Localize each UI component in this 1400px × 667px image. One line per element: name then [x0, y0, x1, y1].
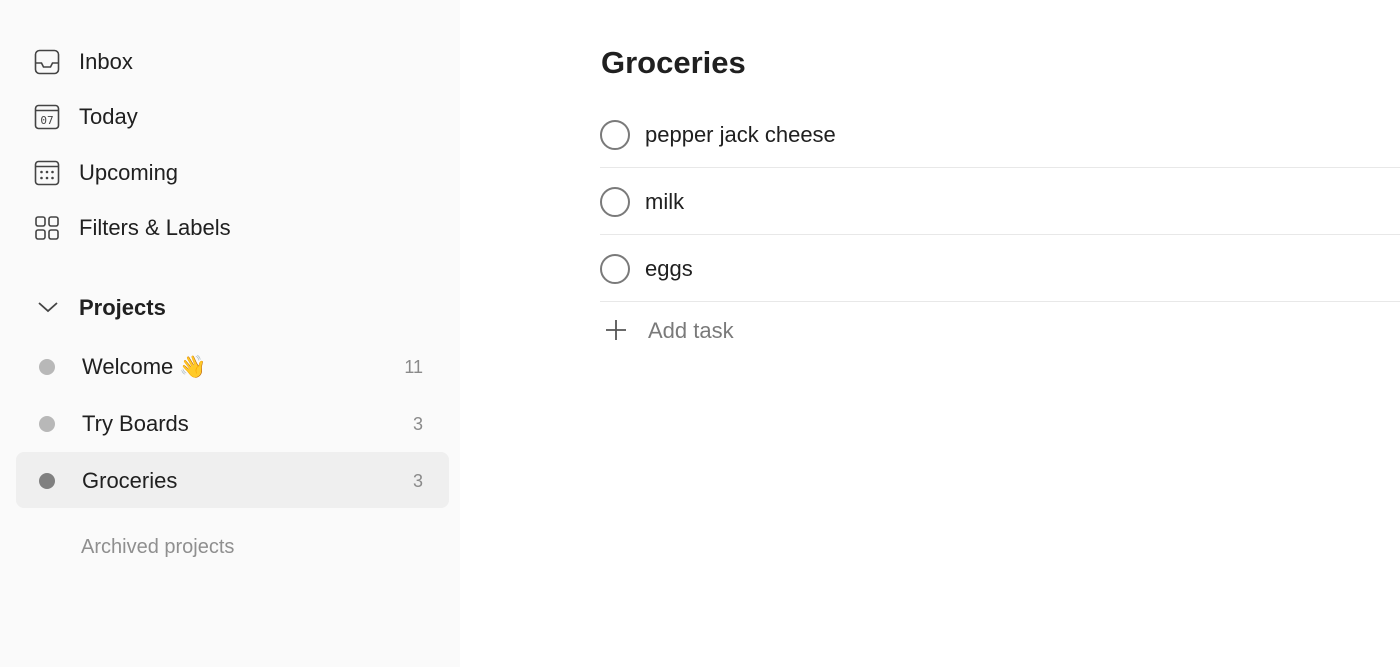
task-row[interactable]: pepper jack cheese	[600, 101, 1400, 168]
task-title: milk	[645, 189, 685, 214]
sidebar-item-label: Upcoming	[79, 160, 179, 185]
sidebar: Inbox 07 Today Upcoming Filters & Labels…	[0, 0, 460, 667]
filters-grid-icon	[34, 215, 60, 241]
project-task-count: 3	[412, 471, 423, 491]
main-content: Groceries pepper jack cheese milk eggs A…	[460, 0, 1400, 667]
app-window: Inbox 07 Today Upcoming Filters & Labels…	[0, 0, 1400, 667]
calendar-day-number: 07	[40, 114, 53, 127]
inbox-icon	[34, 49, 60, 75]
plus-icon	[604, 318, 628, 342]
task-title: pepper jack cheese	[645, 122, 836, 147]
projects-section-header: Projects	[16, 283, 448, 331]
sidebar-item-label: Inbox	[79, 49, 133, 74]
task-row[interactable]: milk	[600, 168, 1400, 235]
sidebar-item-today[interactable]: 07 Today	[16, 93, 448, 141]
project-name: Welcome 👋	[82, 354, 207, 379]
add-task-button[interactable]: Add task	[600, 312, 900, 348]
project-item-groceries[interactable]: Groceries 3	[16, 452, 449, 508]
project-color-dot	[39, 416, 55, 432]
projects-heading: Projects	[79, 295, 166, 320]
task-row[interactable]: eggs	[600, 235, 1400, 302]
calendar-today-icon: 07	[34, 104, 60, 130]
project-item-welcome[interactable]: Welcome 👋 11	[16, 338, 449, 394]
task-title: eggs	[645, 256, 693, 281]
task-complete-checkbox[interactable]	[600, 120, 630, 150]
project-color-dot	[39, 473, 55, 489]
sidebar-item-label: Today	[79, 104, 138, 129]
project-task-count: 11	[404, 357, 423, 377]
project-task-count: 3	[412, 414, 423, 434]
page-title: Groceries	[601, 45, 746, 80]
sidebar-item-filters-labels[interactable]: Filters & Labels	[16, 204, 448, 252]
calendar-upcoming-icon	[34, 160, 60, 186]
archived-projects-link[interactable]: Archived projects	[81, 536, 234, 559]
project-name: Groceries	[82, 468, 178, 493]
task-complete-checkbox[interactable]	[600, 187, 630, 217]
task-complete-checkbox[interactable]	[600, 254, 630, 284]
project-color-dot	[39, 359, 55, 375]
sidebar-item-upcoming[interactable]: Upcoming	[16, 149, 448, 197]
add-task-label: Add task	[648, 318, 734, 343]
chevron-down-icon[interactable]	[36, 295, 60, 319]
sidebar-item-inbox[interactable]: Inbox	[16, 38, 448, 86]
project-name: Try Boards	[82, 411, 189, 436]
sidebar-item-label: Filters & Labels	[79, 215, 231, 240]
project-item-try-boards[interactable]: Try Boards 3	[16, 395, 449, 451]
